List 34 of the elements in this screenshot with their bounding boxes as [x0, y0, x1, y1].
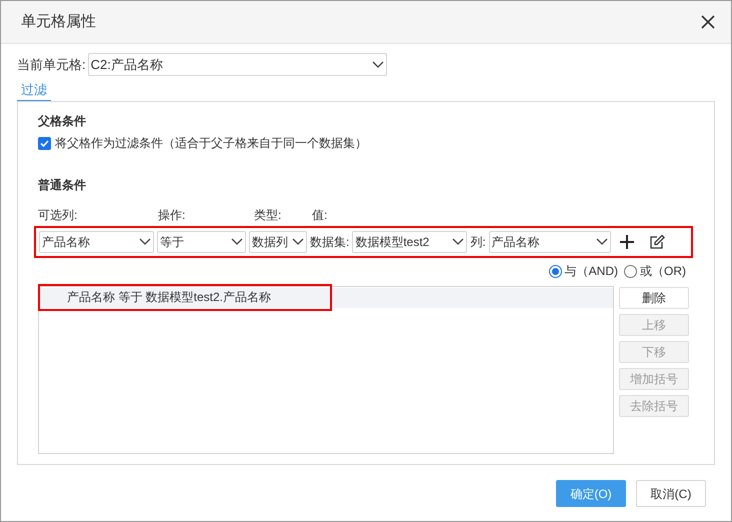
dropdown[interactable]: 产品名称: [39, 231, 154, 253]
column-label: 操作:: [158, 207, 186, 222]
column-label: 类型:: [254, 207, 282, 222]
current-cell-label: 当前单元格:: [17, 56, 86, 74]
field-label: 数据集:: [310, 234, 350, 251]
condition-item[interactable]: 产品名称 等于 数据模型test2.产品名称: [38, 284, 332, 310]
checkbox[interactable]: [38, 136, 51, 150]
close-icon[interactable]: [701, 15, 715, 29]
radio-button[interactable]: [624, 264, 637, 278]
chevron-down-icon: [292, 238, 304, 246]
radio-button[interactable]: [548, 264, 562, 278]
edit-icon[interactable]: [648, 234, 665, 250]
radio-label: 与（AND): [564, 263, 618, 280]
chevron-down-icon: [596, 238, 608, 246]
chevron-down-icon: [231, 238, 243, 246]
chevron-down-icon: [139, 238, 151, 246]
section-heading: 父格条件: [38, 113, 87, 130]
dropdown[interactable]: 等于: [157, 231, 246, 253]
field-label: 列:: [470, 234, 486, 251]
chevron-down-icon: [452, 238, 464, 246]
chevron-down-icon: [372, 60, 384, 68]
column-label: 值:: [312, 207, 328, 222]
dropdown[interactable]: 数据列: [249, 231, 307, 253]
radio-label: 或（OR): [640, 263, 686, 280]
dropdown[interactable]: 产品名称: [488, 231, 611, 253]
dialog-button[interactable]: 取消(C): [636, 480, 706, 507]
current-cell-dropdown[interactable]: C2:产品名称: [88, 53, 387, 76]
side-button[interactable]: 删除: [619, 287, 689, 309]
window-title: 单元格属性: [21, 12, 96, 32]
column-label: 可选列:: [38, 207, 78, 222]
checkbox-label: 将父格作为过滤条件（适合于父子格来自于同一个数据集）: [55, 135, 367, 152]
dropdown[interactable]: 数据模型test2: [352, 231, 468, 253]
add-icon[interactable]: [620, 235, 634, 249]
section-heading: 普通条件: [38, 177, 87, 194]
